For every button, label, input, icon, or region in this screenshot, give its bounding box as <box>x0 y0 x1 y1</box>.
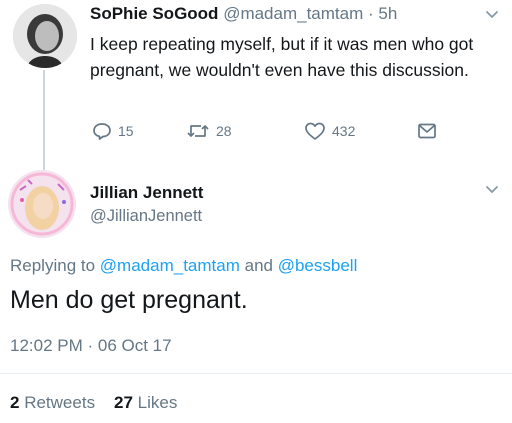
replying-to-line: Replying to @madam_tamtam and @bessbell <box>10 256 357 276</box>
tweet1-separator: · <box>368 4 374 23</box>
likes-stat[interactable]: 27 Likes <box>114 393 177 412</box>
likes-count: 27 <box>113 393 133 412</box>
divider <box>0 373 512 374</box>
dm-button[interactable] <box>417 120 437 142</box>
dm-icon <box>418 123 436 139</box>
like-button[interactable]: 432 <box>304 120 355 142</box>
mention-link[interactable]: @bessbell <box>278 256 358 275</box>
retweets-stat[interactable]: 2 Retweets <box>10 393 100 412</box>
tweet2-display-name[interactable]: Jillian Jennett <box>90 183 203 203</box>
retweet-count: 28 <box>216 123 232 139</box>
like-icon <box>305 122 325 140</box>
reply-button[interactable]: 15 <box>92 120 134 142</box>
retweets-label: Retweets <box>24 393 96 412</box>
tweet1-header: SoPhie SoGood @madam_tamtam · 5h <box>90 4 397 24</box>
chevron-down-icon[interactable] <box>484 6 500 22</box>
mention-link[interactable]: @madam_tamtam <box>100 256 240 275</box>
tweet2-stats: 2 Retweets 27 Likes <box>10 393 177 413</box>
tweet1-time[interactable]: 5h <box>378 4 397 23</box>
retweet-icon <box>187 125 209 137</box>
tweet1-action-bar: 15 28 432 <box>92 120 452 142</box>
tweet1-text: I keep repeating myself, but if it was m… <box>90 34 474 80</box>
tweet2-text: Men do get pregnant. <box>10 286 248 314</box>
tweet2-handle[interactable]: @JillianJennett <box>90 207 202 226</box>
tweet1-handle[interactable]: @madam_tamtam <box>223 4 363 23</box>
tweet2-timestamp[interactable]: 12:02 PM · 06 Oct 17 <box>10 336 172 356</box>
tweet1-display-name[interactable]: SoPhie SoGood <box>90 4 218 23</box>
avatar-sophie[interactable] <box>13 4 77 68</box>
avatar-jillian[interactable] <box>8 170 76 238</box>
retweet-button[interactable]: 28 <box>186 120 232 142</box>
thread-connector-line <box>43 70 45 172</box>
retweets-count: 2 <box>10 393 20 412</box>
replying-and: and <box>244 256 273 275</box>
reply-count: 15 <box>118 123 134 139</box>
reply-icon <box>93 123 111 140</box>
chevron-down-icon[interactable] <box>484 181 500 197</box>
likes-label: Likes <box>137 393 178 412</box>
replying-prefix: Replying to <box>10 256 96 275</box>
like-count: 432 <box>332 123 356 139</box>
